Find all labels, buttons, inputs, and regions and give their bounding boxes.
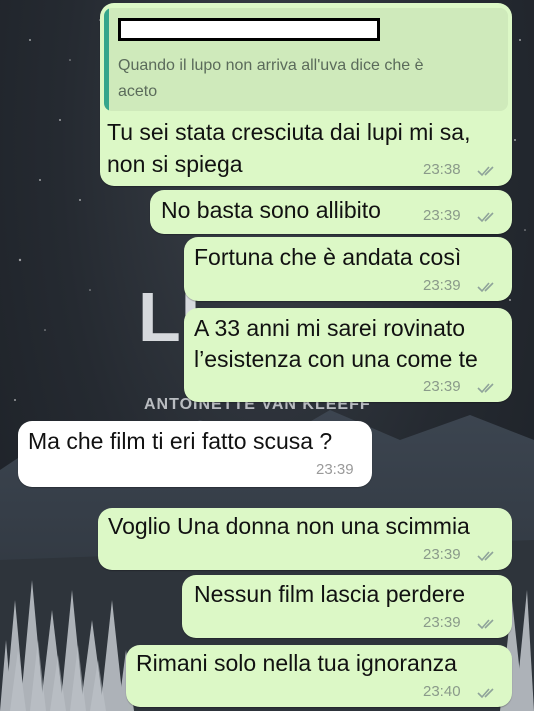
message-text: Rimani solo nella tua ignoranza	[136, 650, 457, 676]
message-bubble-outgoing[interactable]: No basta sono allibito 23:39	[150, 190, 512, 234]
message-bubble-outgoing[interactable]: A 33 anni mi sarei rovinato l’esistenza …	[184, 308, 512, 402]
read-receipt-icon	[477, 166, 494, 177]
message-text: Fortuna che è andata così	[194, 244, 462, 270]
message-time: 23:39	[316, 461, 354, 478]
message-time: 23:38	[423, 161, 461, 178]
message-bubble-outgoing[interactable]: Rimani solo nella tua ignoranza 23:40	[126, 645, 512, 707]
message-bubble-outgoing[interactable]: Fortuna che è andata così 23:39	[184, 237, 512, 301]
read-receipt-icon	[477, 212, 494, 223]
quote-text-line: aceto	[118, 83, 158, 100]
message-text: l’esistenza con una come te	[194, 346, 478, 372]
message-text: A 33 anni mi sarei rovinato	[194, 315, 466, 341]
message-text: non si spiega	[107, 151, 243, 177]
message-text: Voglio Una donna non una scimmia	[108, 513, 470, 539]
message-time: 23:39	[423, 614, 461, 631]
message-text: No basta sono allibito	[161, 197, 381, 223]
message-time: 23:40	[423, 683, 461, 700]
quote-text-line: Quando il lupo non arriva all'uva dice c…	[118, 57, 424, 74]
message-time: 23:39	[423, 378, 461, 395]
message-bubble-outgoing[interactable]: Nessun film lascia perdere 23:39	[182, 575, 512, 638]
message-time: 23:39	[423, 546, 461, 563]
redacted-author	[118, 18, 380, 41]
read-receipt-icon	[477, 383, 494, 394]
quoted-message[interactable]: Quando il lupo non arriva all'uva dice c…	[104, 8, 508, 111]
message-bubble-outgoing[interactable]: Quando il lupo non arriva all'uva dice c…	[100, 3, 512, 186]
read-receipt-icon	[477, 551, 494, 562]
read-receipt-icon	[477, 619, 494, 630]
read-receipt-icon	[477, 688, 494, 699]
message-text: Ma che film ti eri fatto scusa ?	[28, 428, 333, 454]
message-text: Tu sei stata cresciuta dai lupi mi sa,	[107, 119, 471, 145]
read-receipt-icon	[477, 282, 494, 293]
message-bubble-incoming[interactable]: Ma che film ti eri fatto scusa ? 23:39	[18, 421, 372, 487]
message-time: 23:39	[423, 277, 461, 294]
message-text: Nessun film lascia perdere	[194, 581, 466, 607]
message-bubble-outgoing[interactable]: Voglio Una donna non una scimmia 23:39	[98, 508, 512, 570]
quote-accent-bar	[104, 8, 109, 111]
message-time: 23:39	[423, 207, 461, 224]
